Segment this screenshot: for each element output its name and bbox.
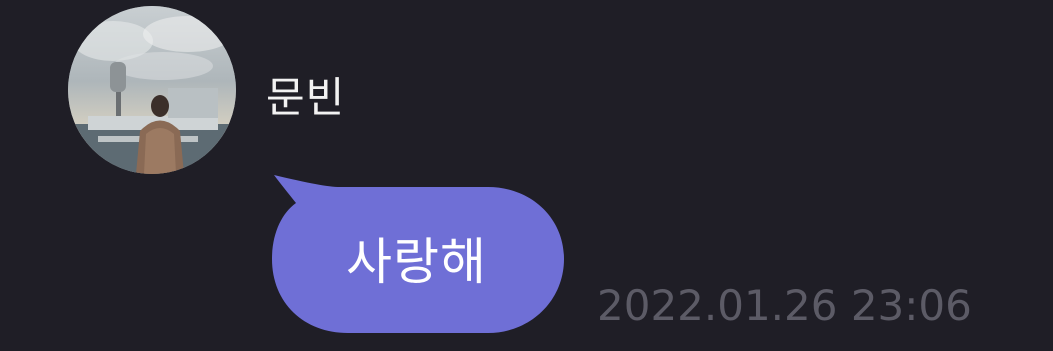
profile-photo-icon [68,6,236,174]
sender-avatar[interactable] [68,6,236,174]
sender-name: 문빈 [266,73,346,122]
message-timestamp: 2022.01.26 23:06 [597,281,972,330]
chat-message-row: 문빈 사랑해 2022.01.26 23:06 [0,0,1053,351]
message-text: 사랑해 [346,233,487,291]
message-bubble[interactable]: 사랑해 [268,173,565,335]
